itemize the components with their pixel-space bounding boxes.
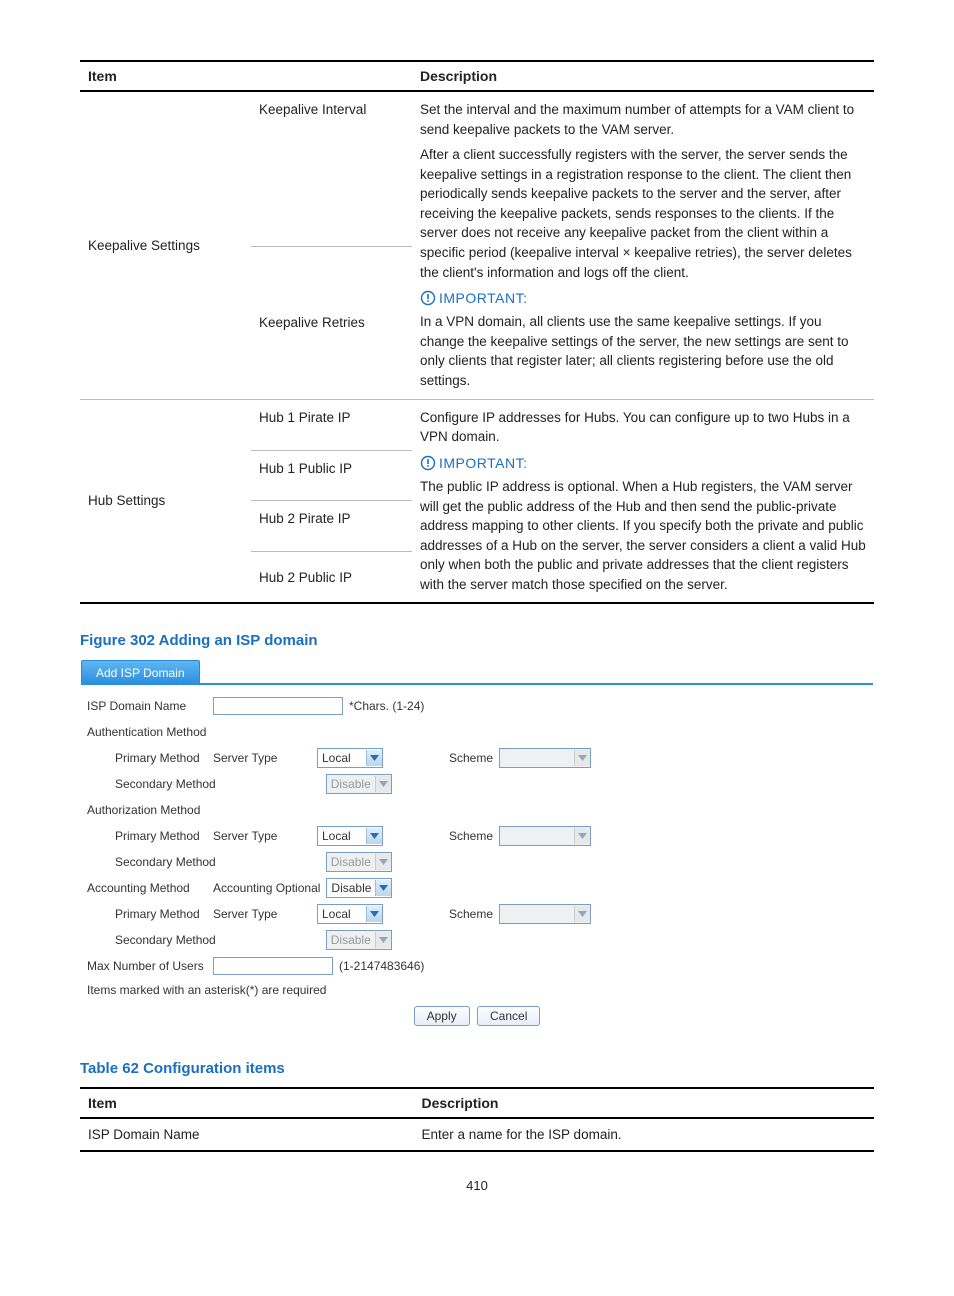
chevron-down-icon: [578, 911, 587, 917]
item-hub1-private: Hub 1 Pirate IP: [251, 399, 412, 450]
figure-caption: Figure 302 Adding an ISP domain: [80, 632, 874, 649]
lbl-scheme-a: Scheme: [449, 907, 493, 921]
desc-keepalive-retries-p2: In a VPN domain, all clients use the sam…: [420, 312, 866, 390]
t2-col-item: Item: [80, 1088, 413, 1118]
lbl-secondary-z: Secondary Method: [87, 855, 216, 869]
tab-add-isp[interactable]: Add ISP Domain: [81, 660, 200, 684]
chevron-down-icon: [379, 885, 388, 891]
sel-authz-scheme[interactable]: [499, 826, 591, 846]
sel-authn-secondary[interactable]: Disable: [326, 774, 392, 794]
lbl-server-type: Server Type: [213, 751, 311, 765]
lbl-authz: Authorization Method: [87, 803, 207, 817]
chevron-down-icon: [578, 755, 587, 761]
lbl-max-users: Max Number of Users: [87, 959, 207, 973]
chevron-down-icon: [370, 911, 379, 917]
item-hub1-public: Hub 1 Public IP: [251, 450, 412, 501]
lbl-acct-optional: Accounting Optional: [213, 881, 320, 895]
lbl-acct: Accounting Method: [87, 881, 207, 895]
sel-acct-primary[interactable]: Local: [317, 904, 383, 924]
hint-isp-name: *Chars. (1-24): [349, 699, 424, 713]
t2-row1-desc: Enter a name for the ISP domain.: [413, 1118, 874, 1151]
lbl-secondary: Secondary Method: [87, 777, 216, 791]
sel-authz-primary[interactable]: Local: [317, 826, 383, 846]
sel-authn-primary[interactable]: Local: [317, 748, 383, 768]
config-items-table: Item Description ISP Domain Name Enter a…: [80, 1087, 874, 1152]
alert-icon: [420, 455, 436, 471]
alert-icon: [420, 290, 436, 306]
settings-table: Item Description Keepalive Settings Keep…: [80, 60, 874, 604]
sel-acct-optional[interactable]: Disable: [326, 878, 392, 898]
desc-hub-p1: Configure IP addresses for Hubs. You can…: [420, 408, 866, 447]
lbl-scheme-z: Scheme: [449, 829, 493, 843]
lbl-primary: Primary Method: [87, 751, 207, 765]
lbl-primary-z: Primary Method: [87, 829, 207, 843]
desc-keepalive: Set the interval and the maximum number …: [412, 91, 874, 399]
important-label: IMPORTANT:: [420, 288, 866, 308]
lbl-scheme: Scheme: [449, 751, 493, 765]
sel-authn-scheme[interactable]: [499, 748, 591, 768]
input-max-users[interactable]: [213, 957, 333, 975]
chevron-down-icon: [578, 833, 587, 839]
sel-acct-secondary[interactable]: Disable: [326, 930, 392, 950]
col-item: Item: [80, 61, 251, 91]
lbl-secondary-a: Secondary Method: [87, 933, 216, 947]
col-subitem: [251, 61, 412, 91]
item-hub2-private: Hub 2 Pirate IP: [251, 501, 412, 552]
sel-acct-scheme[interactable]: [499, 904, 591, 924]
desc-keepalive-interval: Set the interval and the maximum number …: [420, 100, 866, 139]
cancel-button[interactable]: Cancel: [477, 1006, 540, 1026]
lbl-server-type-a: Server Type: [213, 907, 311, 921]
input-isp-name[interactable]: [213, 697, 343, 715]
item-hub2-public: Hub 2 Public IP: [251, 552, 412, 604]
item-keepalive-retries: Keepalive Retries: [251, 246, 412, 399]
group-keepalive: Keepalive Settings: [80, 91, 251, 399]
col-desc: Description: [412, 61, 874, 91]
sel-authz-secondary[interactable]: Disable: [326, 852, 392, 872]
lbl-primary-a: Primary Method: [87, 907, 207, 921]
group-hub: Hub Settings: [80, 399, 251, 603]
required-note: Items marked with an asterisk(*) are req…: [81, 979, 873, 1005]
lbl-authn: Authentication Method: [87, 725, 207, 739]
page-number: 410: [80, 1178, 874, 1193]
table62-caption: Table 62 Configuration items: [80, 1060, 874, 1077]
chevron-down-icon: [370, 833, 379, 839]
chevron-down-icon: [370, 755, 379, 761]
add-isp-form: Add ISP Domain ISP Domain Name *Chars. (…: [80, 659, 874, 1032]
desc-hub-p2: The public IP address is optional. When …: [420, 477, 866, 594]
chevron-down-icon: [379, 937, 388, 943]
desc-keepalive-retries-p1: After a client successfully registers wi…: [420, 145, 866, 282]
desc-hub: Configure IP addresses for Hubs. You can…: [412, 399, 874, 603]
apply-button[interactable]: Apply: [414, 1006, 470, 1026]
important-label-hub: IMPORTANT:: [420, 453, 866, 473]
t2-row1-item: ISP Domain Name: [80, 1118, 413, 1151]
item-keepalive-interval: Keepalive Interval: [251, 91, 412, 246]
hint-max-users: (1-2147483646): [339, 959, 424, 973]
lbl-isp-name: ISP Domain Name: [87, 699, 207, 713]
chevron-down-icon: [379, 781, 388, 787]
chevron-down-icon: [379, 859, 388, 865]
lbl-server-type-z: Server Type: [213, 829, 311, 843]
t2-col-desc: Description: [413, 1088, 874, 1118]
